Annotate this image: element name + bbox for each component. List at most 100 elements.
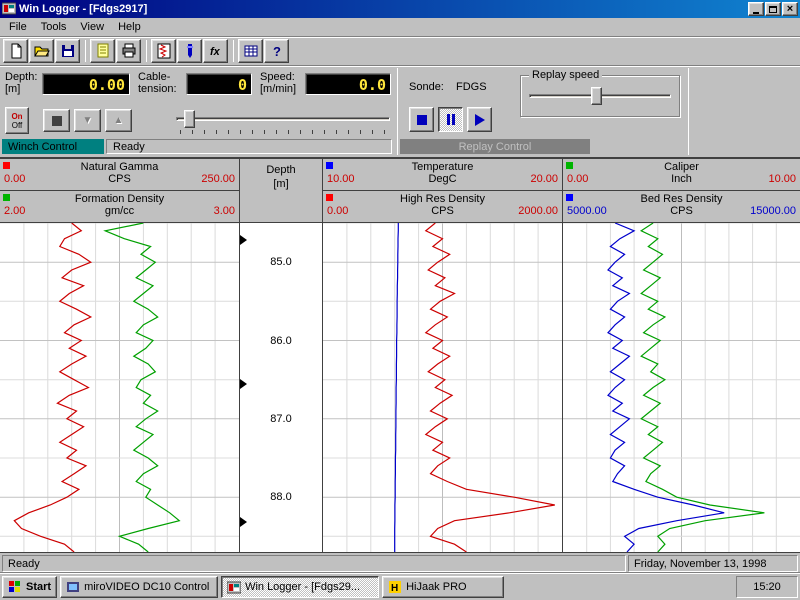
start-button[interactable]: Start	[2, 576, 57, 598]
scale-max: 10.00	[768, 173, 796, 185]
curve-color-marker	[326, 194, 333, 201]
natural-gamma-curve	[14, 223, 91, 552]
help-button[interactable]: ?	[264, 39, 289, 63]
close-button[interactable]: ×	[782, 2, 798, 16]
printer-icon	[121, 43, 137, 59]
curve-title: Formation Density	[0, 193, 239, 205]
report-icon	[95, 43, 111, 59]
depth-label: 85.0	[270, 256, 291, 268]
track3-curve2-header: Bed Res Density 5000.00CPS15000.00	[563, 191, 800, 222]
new-document-button[interactable]	[3, 39, 28, 63]
menubar: File Tools View Help	[0, 18, 800, 37]
track1-plot	[0, 223, 239, 552]
curve-color-marker	[326, 162, 333, 169]
up-arrow-icon: ▲	[114, 115, 124, 126]
replay-stop-button[interactable]	[409, 107, 434, 132]
sonde-setup-button[interactable]	[177, 39, 202, 63]
slider-groove	[176, 117, 390, 121]
hijaak-icon: H	[388, 580, 402, 594]
track2-plot	[323, 223, 562, 552]
replay-speed-slider[interactable]	[529, 86, 671, 108]
system-tray: 15:20	[736, 576, 798, 598]
save-floppy-icon	[60, 43, 76, 59]
chart-header: Natural Gamma 0.00CPS250.00 Depth[m] Tem…	[0, 158, 800, 223]
menu-file[interactable]: File	[2, 19, 34, 35]
svg-text:fx: fx	[210, 46, 221, 58]
depth-label: 88.0	[270, 491, 291, 503]
task-win-logger[interactable]: Win Logger - [Fdgs29...	[221, 576, 379, 598]
view-report-button[interactable]	[90, 39, 115, 63]
open-file-button[interactable]	[29, 39, 54, 63]
curve-color-marker	[566, 194, 573, 201]
log-chart-area: 85.0 86.0 87.0 88.0	[0, 223, 800, 553]
replay-play-button[interactable]	[467, 107, 492, 132]
play-icon	[475, 114, 485, 126]
functions-button[interactable]: fx	[203, 39, 228, 63]
slider-thumb[interactable]	[591, 87, 602, 105]
status-date: Friday, November 13, 1998	[628, 555, 798, 572]
save-file-button[interactable]	[55, 39, 80, 63]
menu-help[interactable]: Help	[111, 19, 148, 35]
fx-icon: fx	[208, 43, 224, 59]
curve-unit: CPS	[108, 173, 131, 185]
scale-max: 20.00	[530, 173, 558, 185]
log-settings-button[interactable]	[151, 39, 176, 63]
task-hijaak[interactable]: H HiJaak PRO	[382, 576, 504, 598]
app-icon	[2, 1, 16, 18]
curve-color-marker	[3, 194, 10, 201]
bed-res-density-curve	[608, 223, 724, 552]
close-icon: ×	[787, 4, 793, 15]
scale-min: 0.00	[567, 173, 588, 185]
replay-pause-button[interactable]	[438, 107, 463, 132]
scale-max: 3.00	[214, 205, 235, 217]
toolbar-separator	[85, 40, 86, 62]
new-document-icon	[8, 43, 24, 59]
maximize-button[interactable]	[765, 2, 781, 16]
depth-label: 86.0	[270, 335, 291, 347]
depth-label: 87.0	[270, 413, 291, 425]
winch-control-label: Winch Control	[2, 139, 104, 154]
menu-tools[interactable]: Tools	[34, 19, 74, 35]
curve-unit: CPS	[670, 205, 693, 217]
toolbar-separator	[146, 40, 147, 62]
slider-thumb[interactable]	[184, 110, 195, 128]
minimize-button[interactable]	[748, 2, 764, 16]
clock: 15:20	[753, 581, 781, 593]
task-mirovideo[interactable]: miroVIDEO DC10 Control	[60, 576, 218, 598]
winch-status: Ready	[106, 139, 392, 154]
stop-square-icon	[52, 116, 62, 126]
taskbar: Start miroVIDEO DC10 Control Win Logger …	[0, 573, 800, 600]
curve-title: Caliper	[563, 161, 800, 173]
cable-tension-label: Cable-tension:	[138, 71, 177, 95]
track3-plot	[563, 223, 800, 552]
scale-max: 2000.00	[518, 205, 558, 217]
data-table-button[interactable]	[238, 39, 263, 63]
replay-control-label: Replay Control	[400, 139, 590, 154]
down-arrow-icon: ▼	[83, 115, 93, 126]
curve-unit: DegC	[428, 173, 456, 185]
pause-icon	[447, 114, 455, 125]
print-button[interactable]	[116, 39, 141, 63]
winch-speed-slider[interactable]	[176, 109, 390, 135]
mirovideo-icon	[66, 580, 80, 594]
scale-max: 250.00	[201, 173, 235, 185]
menu-view[interactable]: View	[73, 19, 111, 35]
curve-color-marker	[3, 162, 10, 169]
minimize-icon	[753, 12, 759, 14]
maximize-icon	[769, 6, 777, 13]
winch-up-button[interactable]: ▲	[105, 109, 132, 132]
curve-unit: CPS	[431, 205, 454, 217]
status-text: Ready	[2, 555, 626, 572]
curve-title: High Res Density	[323, 193, 562, 205]
win-logger-icon	[227, 580, 241, 594]
winch-down-button[interactable]: ▼	[74, 109, 101, 132]
on-off-button[interactable]: On Off	[5, 107, 29, 134]
sonde-value: FDGS	[456, 81, 487, 93]
replay-speed-group: Replay speed	[520, 75, 680, 117]
winch-stop-button[interactable]	[43, 109, 70, 132]
toolbar: fx ?	[0, 37, 800, 66]
curve-title: Bed Res Density	[563, 193, 800, 205]
sonde-label: Sonde:	[409, 81, 444, 93]
toolbar-separator	[233, 40, 234, 62]
open-folder-icon	[34, 43, 50, 59]
